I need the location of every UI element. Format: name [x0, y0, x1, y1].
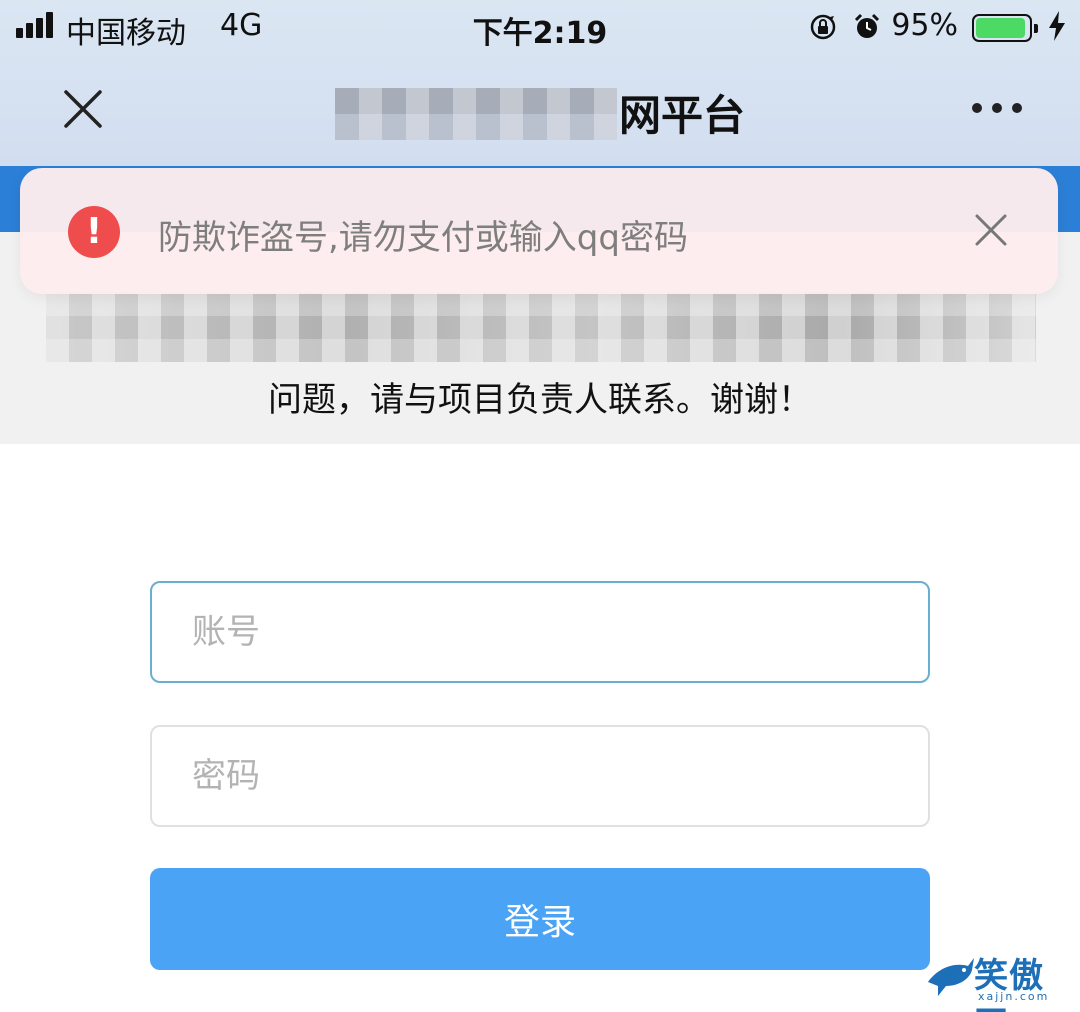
charging-bolt-icon: [1049, 11, 1065, 41]
page-title-text: 网平台: [618, 91, 745, 140]
login-button[interactable]: 登录: [150, 868, 930, 970]
warning-banner: ! 防欺诈盗号,请勿支付或输入qq密码: [20, 168, 1058, 294]
exclamation-circle-icon: !: [68, 206, 120, 258]
top-header-area: 中国移动 4G 下午2:19 95% 网平台: [0, 0, 1080, 168]
status-right-group: 95%: [768, 8, 1068, 48]
battery-percent: 95%: [891, 8, 958, 43]
battery-icon: [972, 14, 1038, 42]
warning-text: 防欺诈盗号,请勿支付或输入qq密码: [158, 218, 688, 258]
redacted-title-block: [334, 88, 617, 140]
status-bar: 中国移动 4G 下午2:19 95%: [0, 0, 1080, 56]
notice-text: 问题，请与项目负责人联系。谢谢！: [268, 380, 812, 420]
nav-bar: 网平台: [0, 56, 1080, 166]
shark-logo-icon: [928, 958, 974, 996]
password-input[interactable]: [150, 725, 930, 827]
watermark-sub: xajjn.com: [978, 990, 1050, 1003]
watermark-logo: 笑傲网 xajjn.com: [924, 944, 1074, 1012]
more-dots-icon[interactable]: [972, 100, 1022, 114]
redacted-notice-block: [46, 292, 1036, 362]
rotation-lock-icon: [810, 14, 836, 40]
close-icon[interactable]: [974, 213, 1008, 247]
account-input[interactable]: [150, 581, 930, 683]
alarm-icon: [854, 13, 880, 38]
page-title: 网平台: [0, 82, 1080, 143]
